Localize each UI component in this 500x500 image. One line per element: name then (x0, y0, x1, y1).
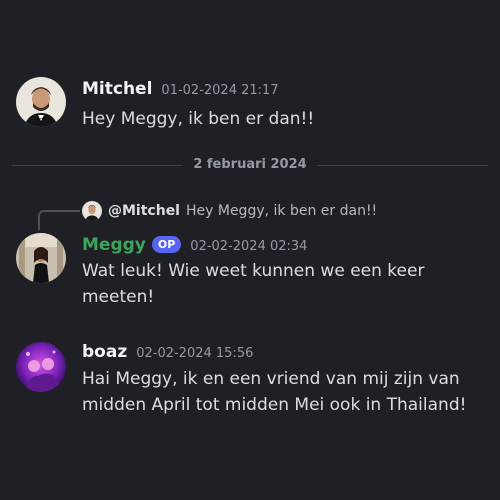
reply-avatar (82, 201, 102, 221)
date-divider-label: 2 februari 2024 (183, 157, 317, 172)
message-text: Hai Meggy, ik en een vriend van mij zijn… (82, 369, 467, 415)
reply-author[interactable]: @Mitchel (108, 203, 180, 219)
op-badge: OP (151, 236, 182, 253)
avatar-boaz[interactable] (16, 342, 66, 392)
reply-preview[interactable]: @Mitchel Hey Meggy, ik ben er dan!! (82, 201, 377, 221)
reply-text[interactable]: Hey Meggy, ik ben er dan!! (186, 203, 377, 219)
date-divider: 2 februari 2024 (0, 157, 500, 172)
author-name[interactable]: Meggy (82, 235, 146, 255)
message-timestamp: 02-02-2024 02:34 (190, 239, 308, 254)
message-text: Wat leuk! Wie weet kunnen we een keer me… (82, 261, 425, 307)
reply-connector (38, 210, 80, 230)
avatar-meggy[interactable] (16, 233, 66, 283)
message-timestamp: 01-02-2024 21:17 (161, 83, 279, 98)
author-name[interactable]: Mitchel (82, 79, 152, 99)
message-text: Hey Meggy, ik ben er dan!! (82, 109, 315, 129)
author-name[interactable]: boaz (82, 342, 127, 362)
avatar-mitchel[interactable] (16, 77, 66, 127)
message-timestamp: 02-02-2024 15:56 (136, 346, 254, 361)
